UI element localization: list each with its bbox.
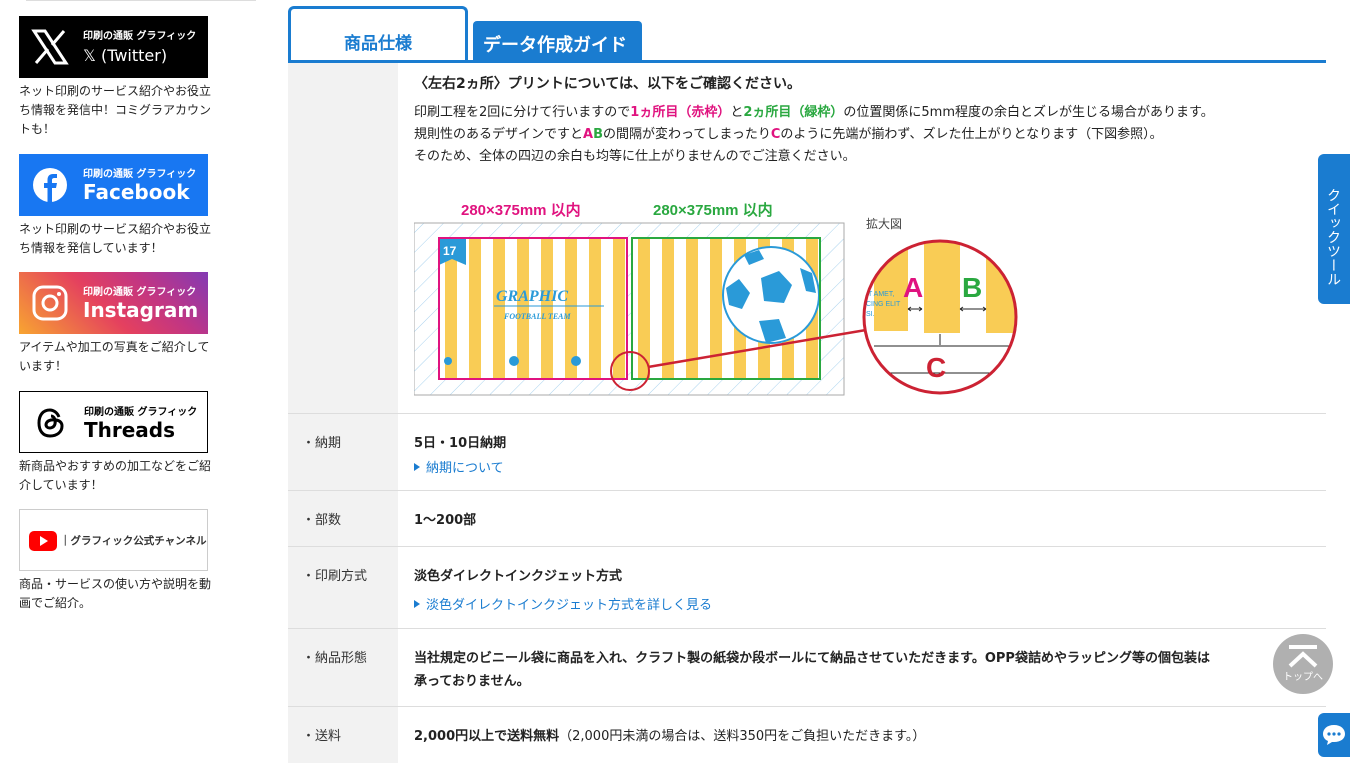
soccer-ball-icon [722, 246, 820, 344]
zoom-sample-text: SI. [866, 311, 875, 318]
note-green-frame: 2ヵ所目（緑枠） [743, 105, 844, 120]
note-text: 規則性のあるデザインですと [414, 127, 584, 142]
instagram-brand: 印刷の通販 グラフィック [83, 287, 197, 298]
note-text: 印刷工程を2回に分けて行いますので [414, 105, 631, 120]
zoom-label-c: C [926, 352, 946, 383]
shipping-value: 2,000円以上で送料無料 [414, 729, 560, 744]
print-note-line2: 規則性のあるデザインですとABの間隔が変わってしまったりCのように先端が揃わず、… [414, 124, 1326, 146]
instagram-name: Instagram [83, 298, 199, 322]
youtube-banner[interactable]: ｜グラフィック公式チャンネル [19, 509, 208, 571]
delivery-link[interactable]: 納期について [414, 457, 504, 476]
note-red-frame: 1ヵ所目（赤枠） [630, 105, 731, 120]
sns-facebook: 印刷の通販 グラフィック Facebook ネット印刷のサービス紹介やお役立ち情… [19, 154, 211, 258]
arrow-up-icon [1288, 645, 1318, 668]
graphic-subtitle: FOOTBALL TEAM [503, 312, 571, 321]
spec-row-value: 淡色ダイレクトインクジェット方式 淡色ダイレクトインクジェット方式を詳しく見る [398, 547, 1326, 628]
print-note-line3: そのため、全体の四辺の余白も均等に仕上がりませんのでご注意ください。 [414, 149, 856, 164]
packaging-value-cont: 承っておりません。 [414, 674, 530, 689]
spec-row-label: ・部数 [288, 491, 398, 546]
back-to-top-label: トップへ [1283, 672, 1323, 683]
x-brand: 印刷の通販 グラフィック [83, 31, 197, 42]
zoom-label-a: A [903, 272, 923, 303]
spec-row-delivery: ・納期 5日・10日納期 納期について [288, 414, 1326, 491]
spec-row-print-method: ・印刷方式 淡色ダイレクトインクジェット方式 淡色ダイレクトインクジェット方式を… [288, 547, 1326, 629]
back-to-top-button[interactable]: トップへ [1273, 634, 1333, 694]
instagram-icon [32, 285, 68, 321]
x-desc: ネット印刷のサービス紹介やお役立ち情報を発信中！コミグラアカウントも！ [19, 84, 212, 136]
spec-row-value: 5日・10日納期 納期について [398, 414, 1326, 490]
note-text: のように先端が揃わず、ズレた仕上がりとなります（下図参照）。 [780, 127, 1163, 142]
tab-bar: 商品仕様 データ作成ガイド [288, 6, 1326, 63]
zoom-label-b: B [962, 272, 982, 303]
spec-row-print-note: 〈左右2ヵ所〉プリントについては、以下をご確認ください。 印刷工程を2回に分けて… [288, 63, 1326, 414]
x-name: 𝕏 (Twitter) [83, 46, 168, 65]
note-label-a: A [583, 127, 594, 142]
note-label-c: C [770, 127, 781, 142]
spec-row-value: 当社規定のビニール袋に商品を入れ、クラフト製の紙袋か段ボールにて納品させていただ… [398, 629, 1326, 706]
sns-instagram: 印刷の通販 グラフィック Instagram アイテムや加工の写真をご紹介してい… [19, 272, 209, 376]
note-text: と [730, 105, 744, 120]
quantity-value: 1〜200部 [414, 513, 477, 528]
sns-x: 印刷の通販 グラフィック 𝕏 (Twitter) ネット印刷のサービス紹介やお役… [19, 16, 211, 139]
chat-button[interactable] [1318, 713, 1350, 757]
delivery-value: 5日・10日納期 [414, 436, 507, 451]
instagram-banner[interactable]: 印刷の通販 グラフィック Instagram [19, 272, 208, 334]
sns-threads: 印刷の通販 グラフィック Threads 新商品やおすすめの加工などをご紹介して… [19, 391, 211, 495]
threads-icon [37, 408, 64, 438]
threads-brand: 印刷の通販 グラフィック [84, 407, 198, 418]
note-label-b: B [593, 127, 603, 142]
facebook-name: Facebook [83, 180, 190, 204]
threads-banner[interactable]: 印刷の通販 グラフィック Threads [19, 391, 208, 453]
zoom-label: 拡大図 [866, 217, 902, 231]
spec-table: 〈左右2ヵ所〉プリントについては、以下をご確認ください。 印刷工程を2回に分けて… [288, 63, 1326, 763]
print-note-cell: 〈左右2ヵ所〉プリントについては、以下をご確認ください。 印刷工程を2回に分けて… [398, 63, 1326, 413]
facebook-brand: 印刷の通販 グラフィック [83, 169, 197, 180]
quick-tool-button[interactable]: クイックツール [1318, 154, 1350, 304]
spec-row-label: ・納期 [288, 414, 398, 490]
note-text: の位置関係に5mm程度の余白とズレが生じる場合があります。 [843, 105, 1214, 120]
spec-row-quantity: ・部数 1〜200部 [288, 491, 1326, 547]
facebook-banner[interactable]: 印刷の通販 グラフィック Facebook [19, 154, 208, 216]
print-position-diagram: 280×375mm 以内 280×375mm 以内 17 GRAPHIC FOO… [414, 201, 1018, 396]
right-print [631, 237, 821, 380]
spec-row-shipping: ・送料 2,000円以上で送料無料（2,000円未満の場合は、送料350円をご負… [288, 707, 1326, 763]
divider [26, 0, 256, 1]
spec-row-label-empty [288, 63, 398, 413]
spec-row-value: 2,000円以上で送料無料（2,000円未満の場合は、送料350円をご負担いただ… [398, 707, 1326, 763]
shipping-note: （2,000円未満の場合は、送料350円をご負担いただきます。） [559, 729, 926, 744]
spec-row-label: ・送料 [288, 707, 398, 763]
packaging-value: 当社規定のビニール袋に商品を入れ、クラフト製の紙袋か段ボールにて納品させていただ… [414, 651, 1210, 666]
x-banner[interactable]: 印刷の通販 グラフィック 𝕏 (Twitter) [19, 16, 208, 78]
zoom-sample-text: IT AMET, [866, 291, 894, 298]
print-method-value: 淡色ダイレクトインクジェット方式 [414, 569, 623, 584]
tab-spec[interactable]: 商品仕様 [288, 6, 468, 63]
x-icon [31, 29, 69, 65]
spec-row-packaging: ・納品形態 当社規定のビニール袋に商品を入れ、クラフト製の紙袋か段ボールにて納品… [288, 629, 1326, 707]
instagram-desc: アイテムや加工の写真をご紹介しています！ [19, 340, 210, 373]
youtube-icon [29, 531, 57, 551]
threads-desc: 新商品やおすすめの加工などをご紹介しています！ [19, 459, 212, 492]
facebook-icon [33, 168, 67, 202]
chat-icon [1323, 725, 1345, 745]
note-text: の間隔が変わってしまったり [603, 127, 771, 142]
badge-number: 17 [443, 244, 457, 258]
spec-row-label: ・印刷方式 [288, 547, 398, 628]
left-print: 17 GRAPHIC FOOTBALL TEAM [438, 237, 628, 380]
zoom-sample-text: CING ELIT [866, 301, 901, 308]
print-note-heading: 〈左右2ヵ所〉プリントについては、以下をご確認ください。 [414, 76, 802, 92]
print-method-link[interactable]: 淡色ダイレクトインクジェット方式を詳しく見る [414, 594, 712, 613]
tab-data-guide[interactable]: データ作成ガイド [473, 21, 642, 63]
youtube-name: ｜グラフィック公式チャンネル [60, 535, 207, 547]
size-right-label: 280×375mm 以内 [653, 201, 773, 219]
facebook-desc: ネット印刷のサービス紹介やお役立ち情報を発信しています！ [19, 222, 212, 255]
size-left-label: 280×375mm 以内 [461, 201, 581, 219]
sns-youtube: ｜グラフィック公式チャンネル 商品・サービスの使い方や説明を動画でご紹介。 [19, 509, 211, 613]
youtube-desc: 商品・サービスの使い方や説明を動画でご紹介。 [19, 577, 212, 610]
spec-row-label: ・納品形態 [288, 629, 398, 706]
graphic-title: GRAPHIC [496, 288, 568, 305]
threads-name: Threads [84, 418, 176, 442]
print-note-line1: 印刷工程を2回に分けて行いますので1ヵ所目（赤枠）と2ヵ所目（緑枠）の位置関係に… [414, 102, 1326, 124]
